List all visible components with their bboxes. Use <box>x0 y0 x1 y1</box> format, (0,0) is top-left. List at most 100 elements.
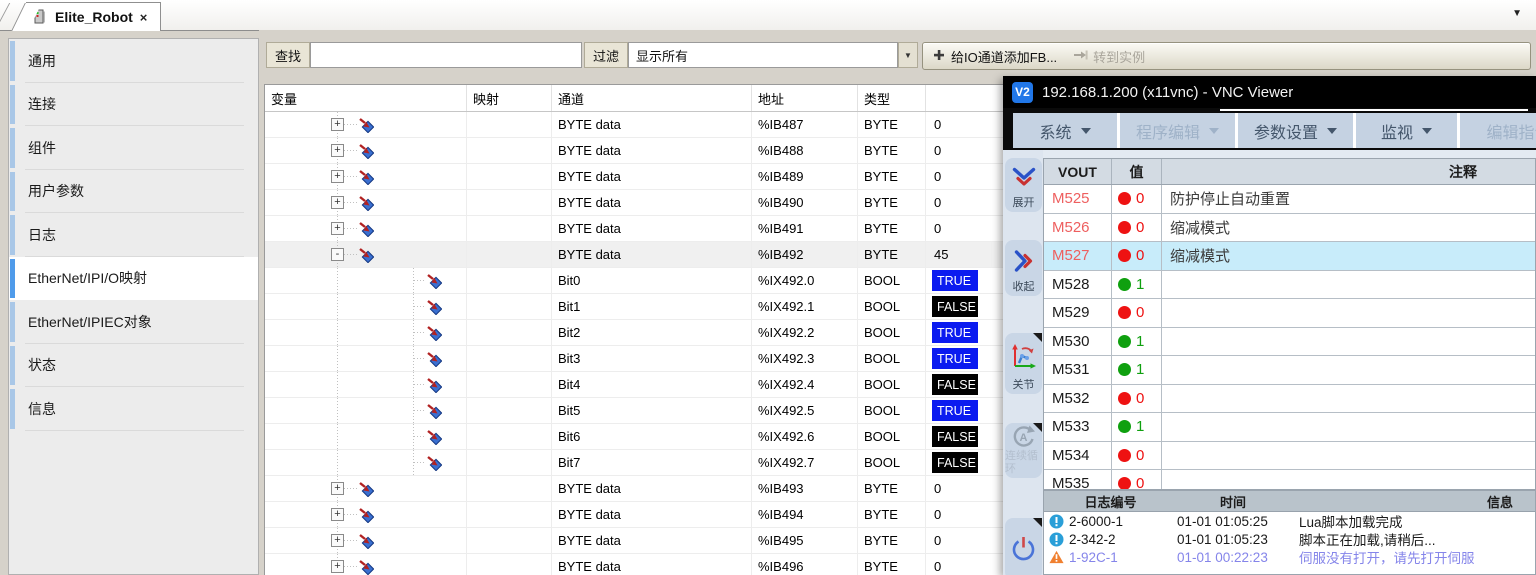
vout-name: M531 <box>1044 356 1112 384</box>
vout-row[interactable]: M5311 <box>1044 356 1535 385</box>
sidebar-item-1[interactable]: 连接 <box>9 83 258 127</box>
dropdown-arrow-icon <box>1081 128 1091 134</box>
vnc-side-button-展开[interactable]: 展开 <box>1005 158 1042 212</box>
cell-address: %IB496 <box>752 554 858 575</box>
vout-row[interactable]: M5350 <box>1044 470 1535 490</box>
vout-row[interactable]: M5250防护停止自动重置 <box>1044 185 1535 214</box>
filter-dropdown-arrow-icon[interactable]: ▼ <box>898 42 918 68</box>
byte-value: 45 <box>934 247 948 262</box>
vout-value-cell: 0 <box>1112 185 1162 213</box>
goto-instance-button[interactable]: 转到实例 <box>1074 47 1145 66</box>
expand-toggle-icon[interactable]: + <box>331 118 344 131</box>
sidebar-item-7[interactable]: 状态 <box>9 344 258 388</box>
tab-close-icon[interactable]: × <box>140 10 148 25</box>
output-variable-icon <box>358 559 374 575</box>
cell-address: %IB495 <box>752 528 858 553</box>
tab-overflow-dropdown-icon[interactable]: ▼ <box>1512 8 1522 19</box>
expand-toggle-icon[interactable]: + <box>331 482 344 495</box>
cell-channel: Bit7 <box>552 450 752 475</box>
tree-line <box>413 294 414 319</box>
io-column-header: 类型 <box>858 85 926 111</box>
vout-row[interactable]: M5260缩减模式 <box>1044 214 1535 243</box>
vout-row[interactable]: M5301 <box>1044 328 1535 357</box>
bool-value-badge: FALSE <box>932 426 978 447</box>
sidebar-item-2[interactable]: 组件 <box>9 126 258 170</box>
add-fb-button[interactable]: 给IO通道添加FB... <box>933 47 1057 66</box>
cell-address: %IX492.3 <box>752 346 858 371</box>
filter-label: 过滤 <box>584 42 628 68</box>
vnc-side-button-关节[interactable]: 关节 <box>1005 333 1042 394</box>
vout-row[interactable]: M5331 <box>1044 413 1535 442</box>
tree-line <box>344 228 358 229</box>
vnc-title-bar[interactable]: V2 192.168.1.200 (x11vnc) - VNC Viewer <box>1003 76 1536 108</box>
tab-elite-robot[interactable]: Elite_Robot × <box>26 2 161 31</box>
vout-name: M530 <box>1044 328 1112 356</box>
byte-value: 0 <box>934 117 941 132</box>
state-off-dot-icon <box>1118 392 1131 405</box>
expand-toggle-icon[interactable]: + <box>331 196 344 209</box>
filter-select[interactable]: 显示所有 <box>628 42 898 68</box>
tree-line <box>337 294 338 319</box>
tree-line <box>413 450 414 475</box>
sidebar-item-8[interactable]: 信息 <box>9 387 258 431</box>
cell-type: BYTE <box>858 164 926 189</box>
vnc-menu-button-1[interactable]: 程序编辑 <box>1117 113 1235 148</box>
vnc-menu-button-0[interactable]: 系统 <box>1013 113 1117 148</box>
log-row[interactable]: 1-92C-101-01 00:22:23伺服没有打开，请先打开伺服 <box>1044 548 1535 566</box>
state-on-dot-icon <box>1118 278 1131 291</box>
expand-toggle-icon[interactable]: + <box>331 144 344 157</box>
sidebar-item-3[interactable]: 用户参数 <box>9 170 258 214</box>
sidebar-item-4[interactable]: 日志 <box>9 213 258 257</box>
vout-row[interactable]: M5270缩减模式 <box>1044 242 1535 271</box>
state-on-dot-icon <box>1118 420 1131 433</box>
tree-line <box>413 268 414 293</box>
cell-variable: + <box>265 554 467 575</box>
sidebar-item-accent-strip <box>10 302 15 342</box>
vnc-menu-button-4[interactable]: 编辑指令 <box>1457 113 1536 148</box>
vout-column-header: 值 <box>1112 159 1162 184</box>
vnc-side-button-power[interactable] <box>1005 518 1042 575</box>
expand-toggle-icon[interactable]: + <box>331 222 344 235</box>
tree-line <box>337 372 338 397</box>
vout-row[interactable]: M5340 <box>1044 442 1535 471</box>
info-icon <box>1049 532 1064 547</box>
sidebar-item-accent-strip <box>10 85 15 125</box>
io-column-header: 变量 <box>265 85 467 111</box>
vnc-menu-button-2[interactable]: 参数设置 <box>1235 113 1353 148</box>
cell-type: BOOL <box>858 424 926 449</box>
cell-type: BYTE <box>858 190 926 215</box>
loop-auto-icon: A <box>1010 423 1037 450</box>
find-input[interactable] <box>310 42 582 68</box>
vnc-menu-button-3[interactable]: 监视 <box>1353 113 1457 148</box>
vout-row[interactable]: M5320 <box>1044 385 1535 414</box>
cell-variable <box>265 346 467 371</box>
expand-toggle-icon[interactable]: + <box>331 560 344 573</box>
log-row[interactable]: 2-6000-101-01 01:05:25Lua脚本加载完成 <box>1044 512 1535 530</box>
expand-toggle-icon[interactable]: + <box>331 534 344 547</box>
cell-address: %IB487 <box>752 112 858 137</box>
cell-channel: BYTE data <box>552 112 752 137</box>
cell-variable <box>265 320 467 345</box>
sidebar-item-6[interactable]: EtherNet/IPIEC对象 <box>9 300 258 344</box>
sidebar-item-5[interactable]: EtherNet/IPI/O映射 <box>9 257 258 301</box>
vnc-side-button-收起[interactable]: 收起 <box>1005 240 1042 296</box>
log-time: 01-01 00:22:23 <box>1177 550 1289 565</box>
cell-variable: + <box>265 216 467 241</box>
tree-line <box>413 372 414 397</box>
expand-toggle-icon[interactable]: + <box>331 170 344 183</box>
vout-row[interactable]: M5281 <box>1044 271 1535 300</box>
sidebar-item-label: 连接 <box>28 94 56 114</box>
expand-toggle-icon[interactable]: + <box>331 508 344 521</box>
vnc-side-button-连续循环[interactable]: A连续循环 <box>1005 423 1042 478</box>
sidebar-item-0[interactable]: 通用 <box>9 39 258 83</box>
vout-row[interactable]: M5290 <box>1044 299 1535 328</box>
cell-address: %IX492.5 <box>752 398 858 423</box>
sidebar-item-accent-strip <box>10 41 15 81</box>
expand-toggle-icon[interactable]: - <box>331 248 344 261</box>
vout-note <box>1162 299 1535 327</box>
vout-value-cell: 1 <box>1112 356 1162 384</box>
bool-value-badge: FALSE <box>932 452 978 473</box>
cell-type: BYTE <box>858 502 926 527</box>
tree-line <box>344 150 358 151</box>
log-row[interactable]: 2-342-201-01 01:05:23脚本正在加载,请稍后... <box>1044 530 1535 548</box>
